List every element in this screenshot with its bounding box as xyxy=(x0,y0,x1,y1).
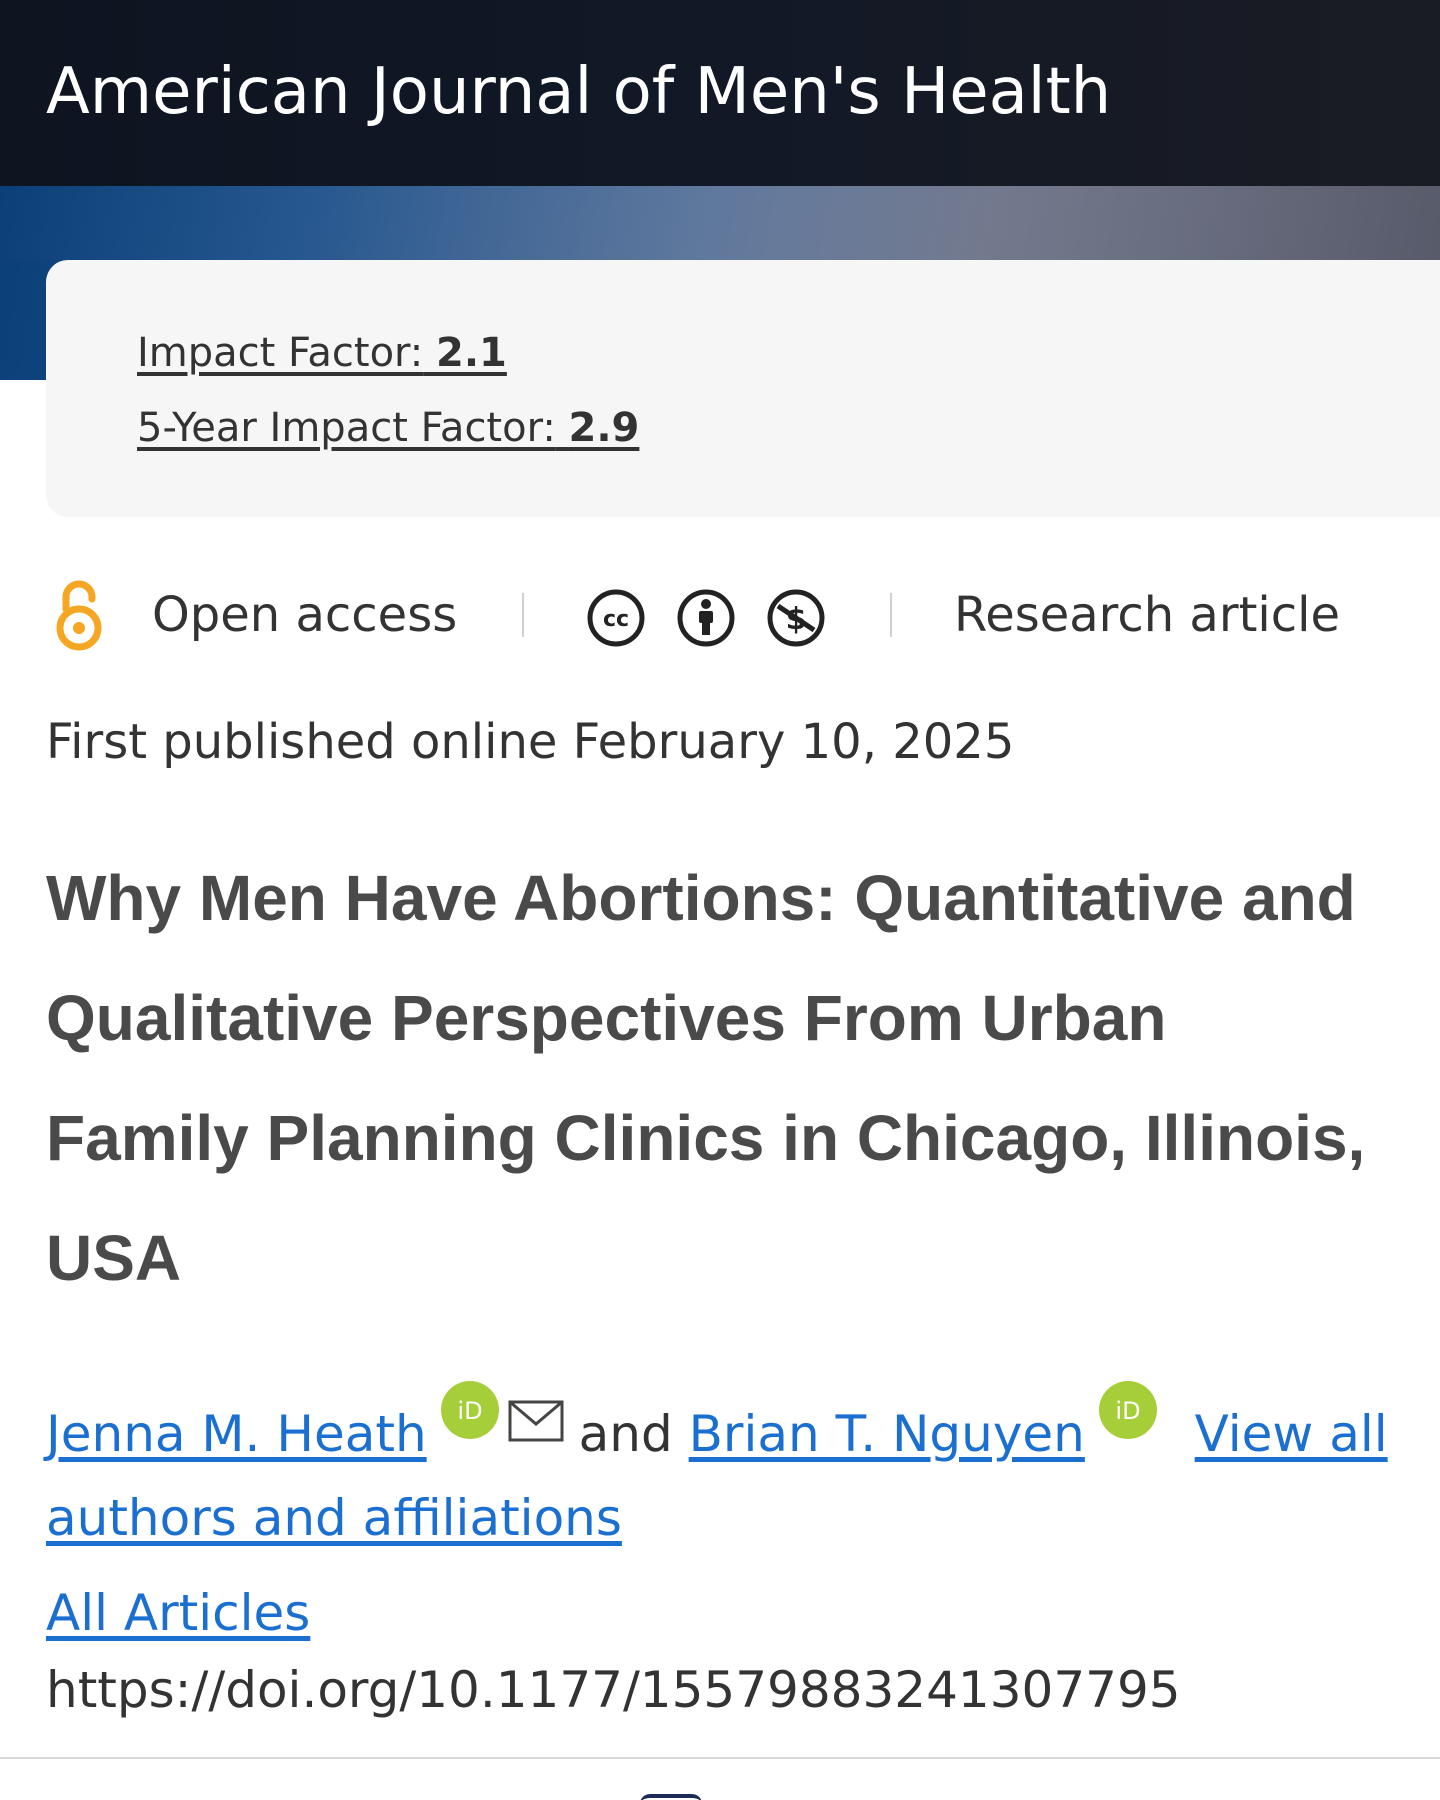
article-title-line: Family Planning Clinics in Chicago, Illi… xyxy=(46,1102,1366,1174)
svg-text:$: $ xyxy=(786,602,807,637)
svg-text:iD: iD xyxy=(1115,1397,1140,1425)
article-title-line: Qualitative Perspectives From Urban xyxy=(46,982,1167,1054)
journal-header: American Journal of Men's Health xyxy=(0,0,1440,186)
article-page: American Journal of Men's Health Impact … xyxy=(0,0,1440,1800)
orcid-icon[interactable]: iD xyxy=(440,1380,499,1439)
doi-text[interactable]: https://doi.org/10.1177/1557988324130779… xyxy=(46,1660,1181,1720)
impact-factor-label: Impact Factor: xyxy=(137,330,424,376)
author-connector: and xyxy=(578,1405,673,1463)
article-title-line: Why Men Have Abortions: Quantitative and xyxy=(46,862,1356,934)
banner-overlay xyxy=(0,186,1440,260)
journal-title[interactable]: American Journal of Men's Health xyxy=(46,52,1111,132)
five-year-impact-factor-value: 2.9 xyxy=(568,405,640,451)
orcid-icon[interactable]: iD xyxy=(1098,1380,1157,1439)
email-icon[interactable] xyxy=(507,1384,565,1442)
creative-commons-icon[interactable]: cc xyxy=(586,588,646,648)
author-list: Jenna M. Heath iD and Brian T. Nguyen iD Vi… xyxy=(46,1380,1426,1560)
impact-metrics-card: Impact Factor: 2.1 5-Year Impact Factor:… xyxy=(46,260,1440,517)
five-year-impact-factor-label: 5-Year Impact Factor: xyxy=(137,405,556,451)
impact-factor-value: 2.1 xyxy=(436,330,507,376)
impact-factor-link[interactable]: Impact Factor: 2.1 xyxy=(137,328,507,378)
author-link-brian-nguyen[interactable]: Brian T. Nguyen xyxy=(689,1405,1085,1463)
access-info-row: Open access cc $ Research article xyxy=(46,575,1426,655)
all-articles-link[interactable]: All Articles xyxy=(46,1583,310,1643)
non-commercial-icon[interactable]: $ xyxy=(766,588,826,648)
attribution-icon[interactable] xyxy=(676,588,736,648)
five-year-impact-factor-link[interactable]: 5-Year Impact Factor: 2.9 xyxy=(137,403,639,453)
svg-text:iD: iD xyxy=(457,1397,482,1425)
section-divider xyxy=(0,1757,1440,1759)
divider xyxy=(522,593,524,637)
partial-icon xyxy=(640,1794,702,1800)
publication-date: First published online February 10, 2025 xyxy=(46,714,1015,770)
open-access-lock-icon xyxy=(54,575,104,655)
divider xyxy=(890,593,892,637)
article-title-line: USA xyxy=(46,1222,182,1294)
open-access-label: Open access xyxy=(152,587,458,643)
author-link-jenna-heath[interactable]: Jenna M. Heath xyxy=(46,1405,427,1463)
article-title: Why Men Have Abortions: Quantitative and… xyxy=(46,838,1440,1318)
article-type-label: Research article xyxy=(954,587,1340,643)
svg-text:cc: cc xyxy=(603,607,629,632)
